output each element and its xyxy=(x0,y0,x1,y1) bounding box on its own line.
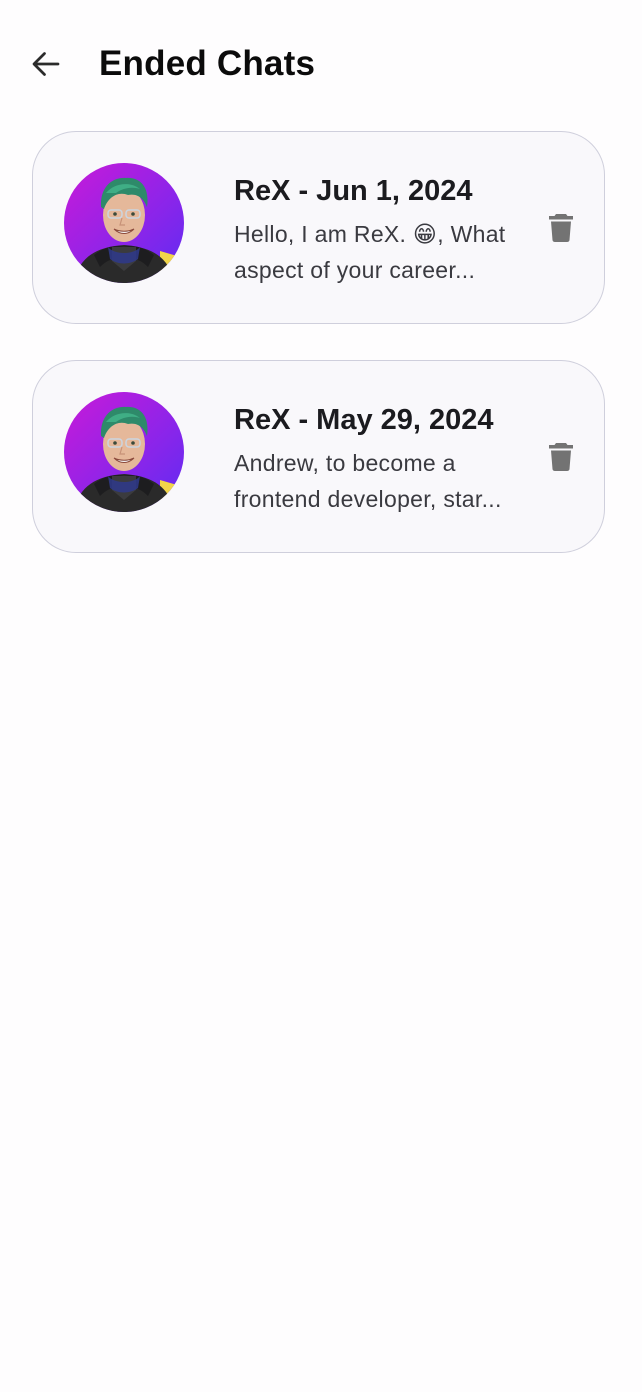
chat-card[interactable]: ReX - May 29, 2024 Andrew, to become a f… xyxy=(32,360,605,553)
rex-avatar xyxy=(64,392,184,512)
chat-preview-line: Andrew, to become a xyxy=(234,450,456,476)
chat-preview-line: Hello, I am ReX. 😁, What xyxy=(234,221,506,247)
chat-title: ReX - Jun 1, 2024 xyxy=(234,175,473,207)
delete-chat-button[interactable] xyxy=(542,208,580,248)
chat-preview: Hello, I am ReX. 😁, What aspect of your … xyxy=(234,216,534,288)
rex-avatar xyxy=(64,163,184,283)
arrow-left-icon xyxy=(32,52,60,76)
chat-title: ReX - May 29, 2024 xyxy=(234,404,494,436)
chat-card[interactable]: ReX - Jun 1, 2024 Hello, I am ReX. 😁, Wh… xyxy=(32,131,605,324)
chat-preview: Andrew, to become a frontend developer, … xyxy=(234,445,534,517)
chat-preview-line: frontend developer, star... xyxy=(234,486,502,512)
trash-icon xyxy=(549,214,573,242)
page-title: Ended Chats xyxy=(99,44,316,83)
back-button[interactable] xyxy=(22,40,70,88)
trash-icon xyxy=(549,443,573,471)
chat-preview-line: aspect of your career... xyxy=(234,257,476,283)
app-header: Ended Chats xyxy=(0,0,642,128)
chat-list: ReX - Jun 1, 2024 Hello, I am ReX. 😁, Wh… xyxy=(32,131,605,589)
delete-chat-button[interactable] xyxy=(542,437,580,477)
